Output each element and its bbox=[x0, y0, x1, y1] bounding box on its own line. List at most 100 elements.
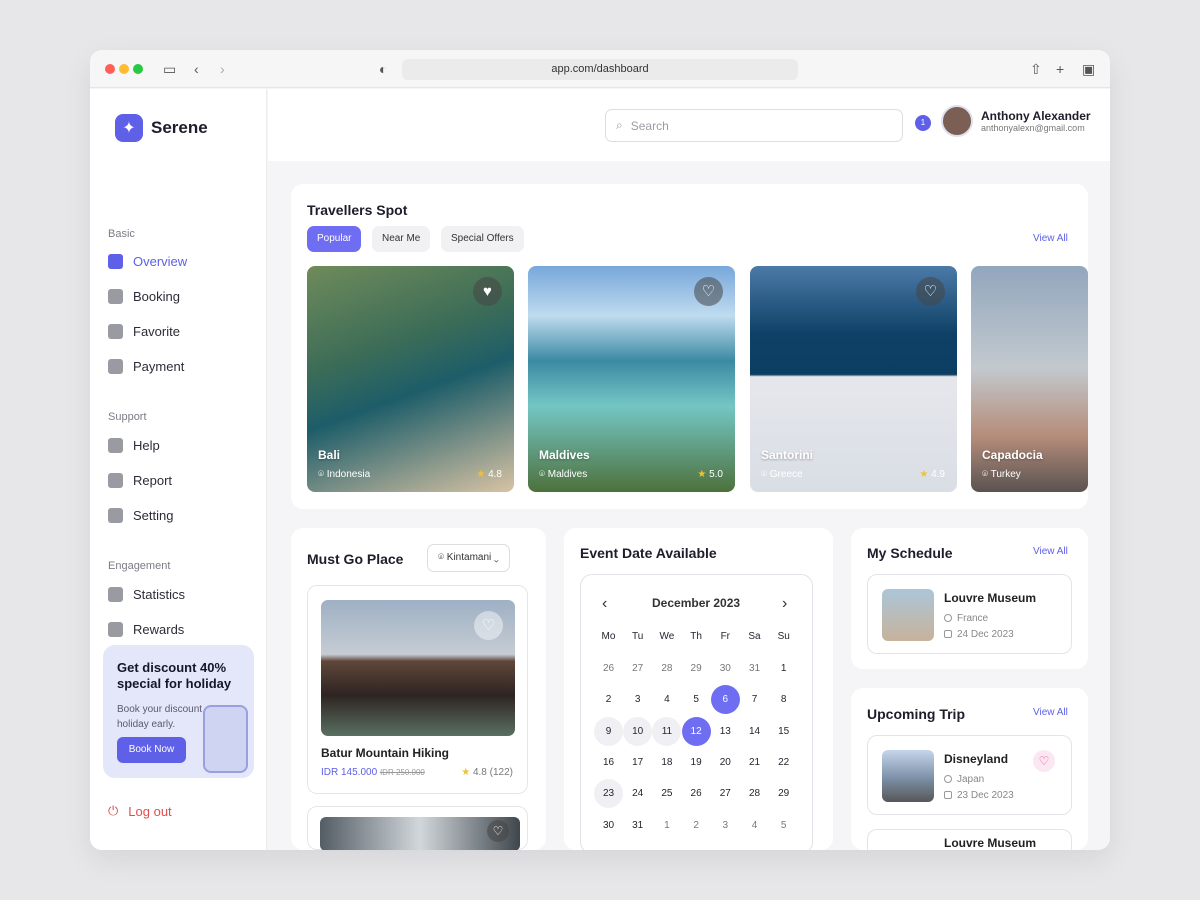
browser-toolbar: ▭ ‹ › ◐ app.com/dashboard ⇧ + ▣ bbox=[90, 50, 1110, 88]
sidebar-toggle-icon[interactable]: ▭ bbox=[163, 62, 176, 76]
calendar-day[interactable]: 21 bbox=[740, 748, 769, 777]
brand-logo-icon: ✦ bbox=[115, 114, 143, 142]
calendar-day[interactable]: 4 bbox=[740, 811, 769, 840]
tab-special-offers[interactable]: Special Offers bbox=[441, 226, 524, 252]
sidebar: ✦ Serene Basic Overview Booking Favorite… bbox=[90, 89, 267, 850]
calendar-day[interactable]: 3 bbox=[623, 685, 652, 714]
calendar-day[interactable]: 6 bbox=[710, 685, 740, 715]
user-profile[interactable]: Anthony Alexander anthonyalexn@gmail.com bbox=[941, 105, 1091, 137]
minimize-window-button[interactable] bbox=[119, 64, 129, 74]
favorite-heart-icon[interactable]: ♡ bbox=[474, 611, 503, 640]
next-upcoming-item[interactable]: Louvre Museum bbox=[867, 829, 1072, 850]
calendar-day[interactable]: 8 bbox=[769, 685, 798, 714]
search-icon: ⌕ bbox=[616, 118, 623, 132]
favorite-heart-icon[interactable]: ♡ bbox=[487, 820, 509, 842]
maximize-window-button[interactable] bbox=[133, 64, 143, 74]
calendar-day[interactable]: 31 bbox=[740, 654, 769, 683]
calendar-day[interactable]: 5 bbox=[682, 685, 711, 714]
calendar-day[interactable]: 1 bbox=[769, 654, 798, 683]
tabs-overview-icon[interactable]: ▣ bbox=[1082, 62, 1095, 76]
calendar-day[interactable]: 17 bbox=[623, 748, 652, 777]
calendar-day[interactable]: 26 bbox=[682, 779, 711, 808]
calendar-day[interactable]: 26 bbox=[594, 654, 623, 683]
travellers-view-all-link[interactable]: View All bbox=[1033, 233, 1068, 244]
calendar-day[interactable]: 27 bbox=[623, 654, 652, 683]
schedule-view-all-link[interactable]: View All bbox=[1033, 546, 1068, 557]
calendar-day[interactable]: 28 bbox=[652, 654, 681, 683]
upcoming-item[interactable]: Disneyland Japan 23 Dec 2023 ♡ bbox=[867, 735, 1072, 815]
calendar-day[interactable]: 16 bbox=[594, 748, 623, 777]
calendar-day[interactable]: 29 bbox=[682, 654, 711, 683]
sidebar-item-statistics[interactable]: Statistics bbox=[108, 583, 258, 605]
calendar-day[interactable]: 2 bbox=[594, 685, 623, 714]
brand[interactable]: ✦ Serene bbox=[115, 114, 208, 142]
destination-card-maldives[interactable]: ♡ Maldives ⌾ Maldives ★ 5.0 bbox=[528, 266, 735, 492]
destination-card-capadocia[interactable]: Capadocia ⌾ Turkey bbox=[971, 266, 1088, 492]
calendar-day[interactable]: 25 bbox=[652, 779, 681, 808]
calendar-day[interactable]: 19 bbox=[682, 748, 711, 777]
logout-button[interactable]: ⏻ Log out bbox=[108, 803, 172, 819]
previous-month-icon[interactable]: ‹ bbox=[602, 595, 607, 613]
calendar-day[interactable]: 1 bbox=[652, 811, 681, 840]
destination-card-santorini[interactable]: ♡ Santorini ⌾ Greece ★ 4.9 bbox=[750, 266, 957, 492]
calendar-day[interactable]: 14 bbox=[740, 717, 769, 746]
calendar-day[interactable]: 30 bbox=[711, 654, 740, 683]
destination-rating: ★ 4.8 bbox=[476, 469, 502, 480]
calendar-day[interactable]: 15 bbox=[769, 717, 798, 746]
address-bar[interactable]: app.com/dashboard bbox=[402, 59, 798, 80]
calendar-icon bbox=[108, 288, 123, 304]
logout-icon: ⏻ bbox=[108, 803, 119, 818]
calendar-day[interactable]: 27 bbox=[711, 779, 740, 808]
destination-card-bali[interactable]: ♥ Bali ⌾ Indonesia ★ 4.8 bbox=[307, 266, 514, 492]
share-icon[interactable]: ⇧ bbox=[1030, 62, 1042, 76]
calendar-day[interactable]: 9 bbox=[594, 716, 623, 746]
tab-near-me[interactable]: Near Me bbox=[372, 226, 431, 252]
calendar-day[interactable]: 7 bbox=[740, 685, 769, 714]
book-now-button[interactable]: Book Now bbox=[117, 737, 186, 763]
calendar-day[interactable]: 31 bbox=[623, 811, 652, 840]
calendar-day[interactable]: 10 bbox=[623, 716, 653, 746]
louvre-thumbnail bbox=[882, 589, 934, 641]
upcoming-view-all-link[interactable]: View All bbox=[1033, 707, 1068, 718]
sidebar-item-booking[interactable]: Booking bbox=[108, 285, 258, 307]
calendar-day[interactable]: 18 bbox=[652, 748, 681, 777]
calendar-day[interactable]: 30 bbox=[594, 811, 623, 840]
sidebar-item-overview[interactable]: Overview bbox=[108, 250, 258, 272]
next-month-icon[interactable]: › bbox=[782, 595, 787, 613]
calendar-day[interactable]: 20 bbox=[711, 748, 740, 777]
calendar-day[interactable]: 12 bbox=[681, 716, 711, 746]
favorite-heart-icon[interactable]: ♡ bbox=[694, 277, 723, 306]
calendar-day[interactable]: 13 bbox=[711, 717, 740, 746]
sidebar-item-setting[interactable]: Setting bbox=[108, 504, 258, 526]
calendar-day[interactable]: 23 bbox=[594, 779, 623, 809]
place-card[interactable]: ♡ Batur Mountain Hiking IDR 145.000 IDR … bbox=[307, 585, 528, 794]
calendar-day[interactable]: 24 bbox=[623, 779, 652, 808]
sidebar-item-payment[interactable]: Payment bbox=[108, 355, 258, 377]
tab-popular[interactable]: Popular bbox=[307, 226, 362, 252]
sidebar-item-label: Report bbox=[133, 472, 173, 488]
search-input[interactable]: ⌕ Search bbox=[605, 109, 903, 142]
calendar-day[interactable]: 3 bbox=[711, 811, 740, 840]
back-arrow-icon[interactable]: ‹ bbox=[194, 62, 199, 76]
calendar-day[interactable]: 22 bbox=[769, 748, 798, 777]
new-tab-icon[interactable]: + bbox=[1056, 62, 1064, 76]
location-select[interactable]: ⌾ Kintamani ⌄ bbox=[427, 544, 510, 572]
favorite-heart-icon[interactable]: ♡ bbox=[1033, 750, 1055, 772]
calendar-day[interactable]: 29 bbox=[769, 779, 798, 808]
sidebar-item-rewards[interactable]: Rewards bbox=[108, 618, 258, 640]
calendar-day[interactable]: 2 bbox=[682, 811, 711, 840]
calendar-day[interactable]: 11 bbox=[652, 716, 682, 746]
notification-badge[interactable]: 1 bbox=[915, 115, 931, 131]
sidebar-item-help[interactable]: Help bbox=[108, 434, 258, 456]
next-place-card[interactable]: ♡ bbox=[307, 806, 528, 850]
close-window-button[interactable] bbox=[105, 64, 115, 74]
calendar-day[interactable]: 28 bbox=[740, 779, 769, 808]
calendar-day[interactable]: 4 bbox=[652, 685, 681, 714]
calendar-day[interactable]: 5 bbox=[769, 811, 798, 840]
forward-arrow-icon[interactable]: › bbox=[220, 62, 225, 76]
favorite-heart-icon[interactable]: ♥ bbox=[473, 277, 502, 306]
favorite-heart-icon[interactable]: ♡ bbox=[916, 277, 945, 306]
schedule-item[interactable]: Louvre Museum France 24 Dec 2023 bbox=[867, 574, 1072, 654]
sidebar-item-report[interactable]: Report bbox=[108, 469, 258, 491]
sidebar-item-favorite[interactable]: Favorite bbox=[108, 320, 258, 342]
